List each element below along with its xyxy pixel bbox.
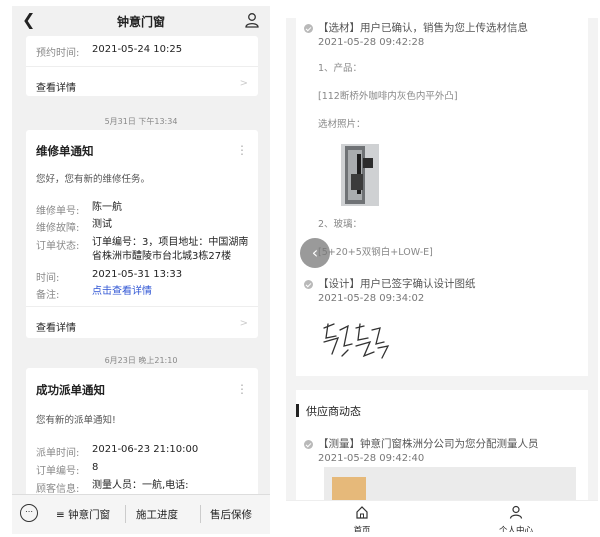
- info-line: 选材照片：: [318, 119, 366, 130]
- more-icon[interactable]: ⋮: [236, 383, 248, 395]
- view-detail-link[interactable]: 查看详情: [36, 319, 76, 334]
- menu-button-progress[interactable]: 施工进度: [136, 507, 178, 522]
- time-separator: 5月31日 下午13:34: [104, 117, 178, 126]
- section-title: 供应商动态: [306, 405, 361, 418]
- divider: [26, 66, 258, 67]
- prev-arrow-button[interactable]: ‹: [300, 238, 330, 268]
- message-card: 成功派单通知 ⋮ 您有新的派单通知! 派单时间: 2021-06-23 21:1…: [26, 368, 258, 494]
- tab-home[interactable]: 首页: [332, 501, 392, 532]
- tab-label: 个人中心: [498, 526, 533, 532]
- row-label: 维修故障:: [36, 223, 80, 234]
- info-line: [112断桥外咖啡内灰色内平外凸]: [318, 91, 458, 102]
- thumbnail-image: [332, 477, 366, 500]
- check-icon: [304, 280, 313, 289]
- timeline-text: 【设计】用户已签字确认设计图纸: [318, 278, 476, 290]
- row-value: 测量人员：一航,电话:: [92, 480, 189, 491]
- section-marker: [296, 404, 299, 417]
- info-line: 2、玻璃：: [318, 219, 363, 230]
- message-card: 预约时间: 2021-05-24 10:25 查看详情 >: [26, 36, 258, 96]
- menu-button-warranty[interactable]: 售后保修: [210, 507, 252, 522]
- more-icon[interactable]: ⋮: [236, 144, 248, 156]
- attachment-preview[interactable]: [324, 467, 576, 500]
- check-icon: [304, 440, 313, 449]
- divider: [125, 505, 126, 523]
- row-label: 派单时间:: [36, 448, 80, 459]
- row-value: 2021-05-31 13:33: [92, 269, 183, 280]
- info-line: 1、产品：: [318, 63, 363, 74]
- timeline-time: 2021-05-28 09:42:40: [318, 453, 425, 464]
- row-value: 8: [92, 462, 99, 473]
- row-label: 订单状态:: [36, 241, 80, 252]
- home-icon: [356, 506, 368, 519]
- menu-button-home[interactable]: ≡ 钟意门窗: [56, 507, 110, 522]
- row-value: 订单编号：3，项目地址：中国湖南省株洲市醴陵市台北城3栋27楼: [92, 237, 249, 262]
- timeline-time: 2021-05-28 09:42:28: [318, 37, 425, 48]
- message-card: 维修单通知 ⋮ 您好，您有新的维修任务。 维修单号: 陈一航 维修故障: 测试 …: [26, 130, 258, 338]
- chevron-right-icon: >: [239, 78, 248, 89]
- row-value: 测试: [92, 219, 112, 230]
- row-label: 顾客信息:: [36, 484, 80, 494]
- time-separator: 6月23日 晚上21:10: [104, 356, 178, 365]
- page-title: 钟意门窗: [116, 15, 165, 29]
- left-screen: ❮ 钟意门窗 预约时间: 2021-05-24 10:25 查看详情 > 5月3…: [12, 6, 270, 534]
- card-title: 成功派单通知: [36, 383, 105, 397]
- remark-link[interactable]: 点击查看详情: [92, 285, 252, 299]
- card-desc: 您有新的派单通知!: [36, 415, 116, 426]
- row-label: 备注:: [36, 290, 60, 301]
- check-icon: [304, 24, 313, 33]
- person-icon: [509, 505, 523, 519]
- top-bar: ❮ 钟意门窗: [12, 6, 270, 36]
- tab-profile[interactable]: 个人中心: [486, 501, 546, 532]
- row-label: 维修单号:: [36, 206, 80, 217]
- view-detail-link[interactable]: 查看详情: [36, 79, 76, 94]
- timeline-card: 【选材】用户已确认，销售为您上传选材信息 2021-05-28 09:42:28…: [296, 18, 588, 376]
- timeline-time: 2021-05-28 09:34:02: [318, 293, 425, 304]
- row-label: 预约时间:: [36, 48, 80, 59]
- card-title: 维修单通知: [36, 144, 94, 158]
- card-desc: 您好，您有新的维修任务。: [36, 174, 151, 185]
- bottom-menu: ⋯ ≡ 钟意门窗 施工进度 售后保修: [12, 494, 270, 534]
- row-label: 订单编号:: [36, 466, 80, 477]
- bottom-tab-bar: 首页 个人中心: [286, 500, 598, 532]
- divider: [200, 505, 201, 523]
- row-value: 陈一航: [92, 202, 122, 213]
- person-icon[interactable]: [244, 12, 260, 28]
- material-photo[interactable]: [341, 144, 379, 206]
- right-screen: 【选材】用户已确认，销售为您上传选材信息 2021-05-28 09:42:28…: [286, 18, 598, 532]
- info-line: [5+20+5双钢白+LOW-E]: [318, 247, 433, 258]
- window-photo-image: [341, 144, 379, 206]
- chevron-right-icon: >: [239, 318, 248, 329]
- keyboard-icon[interactable]: ⋯: [20, 504, 38, 522]
- row-value: 2021-06-23 21:10:00: [92, 444, 199, 455]
- divider: [26, 306, 258, 307]
- tab-label: 首页: [353, 526, 371, 532]
- supplier-section: 供应商动态 【测量】钟意门窗株洲分公司为您分配测量人员 2021-05-28 0…: [296, 390, 588, 500]
- timeline-text: 【选材】用户已确认，销售为您上传选材信息: [318, 22, 528, 34]
- timeline-text: 【测量】钟意门窗株洲分公司为您分配测量人员: [318, 438, 539, 450]
- signature-image: [323, 323, 390, 359]
- message-list[interactable]: 预约时间: 2021-05-24 10:25 查看详情 > 5月31日 下午13…: [12, 36, 270, 494]
- row-value: 2021-05-24 10:25: [92, 44, 183, 55]
- row-label: 时间:: [36, 273, 60, 284]
